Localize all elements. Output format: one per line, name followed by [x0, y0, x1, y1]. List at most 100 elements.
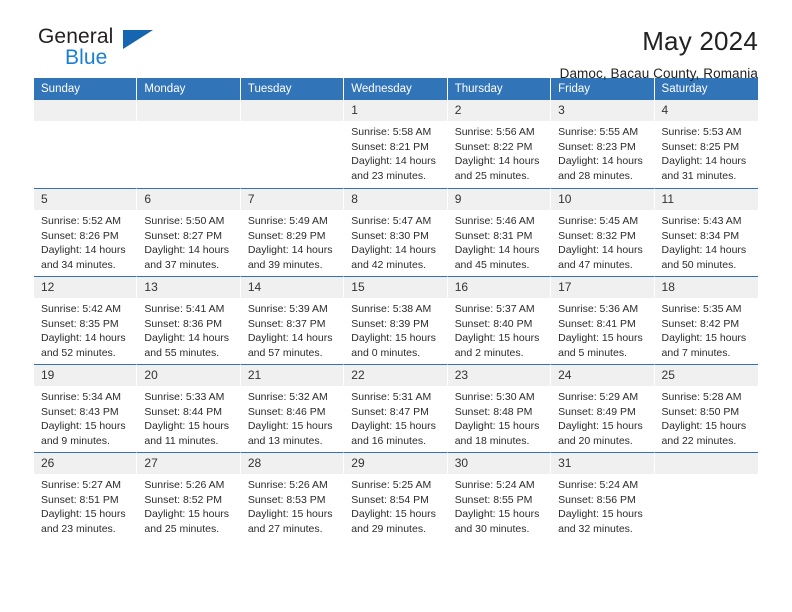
generalblue-logo[interactable]: General Blue: [34, 26, 218, 76]
daylight-text-line1: Daylight: 15 hours: [454, 420, 540, 432]
daylight-text-line1: Daylight: 14 hours: [351, 244, 436, 256]
sunrise-text: Sunrise: 5:52 AM: [41, 215, 121, 227]
sunset-text: Sunset: 8:29 PM: [247, 229, 326, 242]
day-cell[interactable]: 22 Sunrise: 5:31 AM Sunset: 8:47 PM Dayl…: [344, 364, 448, 452]
day-details: Sunrise: 5:50 AM Sunset: 8:27 PM Dayligh…: [137, 210, 239, 272]
logo-text-blue: Blue: [65, 46, 108, 69]
daylight-text-line1: Daylight: 15 hours: [558, 332, 643, 344]
daylight-text-line1: Daylight: 14 hours: [247, 332, 333, 344]
day-cell[interactable]: 2 Sunrise: 5:56 AM Sunset: 8:22 PM Dayli…: [447, 100, 552, 188]
daylight-text-line1: Daylight: 14 hours: [144, 244, 230, 256]
day-cell[interactable]: 14 Sunrise: 5:39 AM Sunset: 8:37 PM Dayl…: [240, 276, 345, 364]
day-number: 6: [137, 189, 240, 210]
sunrise-text: Sunrise: 5:29 AM: [558, 391, 639, 403]
day-number: 21: [240, 365, 344, 386]
sunrise-text: Sunrise: 5:24 AM: [454, 479, 535, 491]
sunset-text: Sunset: 8:35 PM: [41, 317, 119, 330]
day-cell[interactable]: 29 Sunrise: 5:25 AM Sunset: 8:54 PM Dayl…: [344, 452, 448, 540]
daylight-text-line1: Daylight: 14 hours: [661, 155, 747, 167]
day-cell[interactable]: 12 Sunrise: 5:42 AM Sunset: 8:35 PM Dayl…: [34, 276, 138, 364]
daylight-text-line2: and 37 minutes.: [144, 258, 220, 271]
day-number: 31: [551, 453, 654, 474]
day-number: 7: [240, 189, 344, 210]
daylight-text-line2: and 0 minutes.: [351, 346, 421, 359]
weekday-header-wednesday: Wednesday: [344, 78, 448, 100]
day-cell: [34, 100, 138, 188]
day-number: 11: [654, 189, 758, 210]
day-number: [137, 100, 240, 121]
day-cell[interactable]: 4 Sunrise: 5:53 AM Sunset: 8:25 PM Dayli…: [654, 100, 758, 188]
daylight-text-line1: Daylight: 15 hours: [351, 332, 436, 344]
day-cell[interactable]: 26 Sunrise: 5:27 AM Sunset: 8:51 PM Dayl…: [34, 452, 138, 540]
day-cell[interactable]: 30 Sunrise: 5:24 AM Sunset: 8:55 PM Dayl…: [447, 452, 552, 540]
day-cell[interactable]: 8 Sunrise: 5:47 AM Sunset: 8:30 PM Dayli…: [344, 188, 448, 276]
sunrise-text: Sunrise: 5:35 AM: [661, 303, 742, 315]
day-cell[interactable]: 24 Sunrise: 5:29 AM Sunset: 8:49 PM Dayl…: [551, 364, 655, 452]
day-details: Sunrise: 5:52 AM Sunset: 8:26 PM Dayligh…: [34, 210, 136, 272]
day-cell[interactable]: 5 Sunrise: 5:52 AM Sunset: 8:26 PM Dayli…: [34, 188, 138, 276]
sunset-text: Sunset: 8:36 PM: [144, 317, 223, 330]
day-cell[interactable]: 25 Sunrise: 5:28 AM Sunset: 8:50 PM Dayl…: [654, 364, 758, 452]
day-cell[interactable]: 13 Sunrise: 5:41 AM Sunset: 8:36 PM Dayl…: [137, 276, 241, 364]
day-number: 20: [137, 365, 240, 386]
day-cell[interactable]: 28 Sunrise: 5:26 AM Sunset: 8:53 PM Dayl…: [240, 452, 345, 540]
sunrise-text: Sunrise: 5:49 AM: [247, 215, 328, 227]
day-cell[interactable]: 15 Sunrise: 5:38 AM Sunset: 8:39 PM Dayl…: [344, 276, 448, 364]
calendar-body: 1 Sunrise: 5:58 AM Sunset: 8:21 PM Dayli…: [34, 100, 758, 540]
week-row: 5 Sunrise: 5:52 AM Sunset: 8:26 PM Dayli…: [34, 188, 758, 276]
day-cell[interactable]: 27 Sunrise: 5:26 AM Sunset: 8:52 PM Dayl…: [137, 452, 241, 540]
daylight-text-line1: Daylight: 14 hours: [351, 155, 436, 167]
daylight-text-line1: Daylight: 15 hours: [41, 420, 126, 432]
day-cell: [137, 100, 241, 188]
daylight-text-line1: Daylight: 14 hours: [247, 244, 333, 256]
day-cell[interactable]: 17 Sunrise: 5:36 AM Sunset: 8:41 PM Dayl…: [551, 276, 655, 364]
day-cell[interactable]: 31 Sunrise: 5:24 AM Sunset: 8:56 PM Dayl…: [551, 452, 655, 540]
sunset-text: Sunset: 8:21 PM: [351, 140, 429, 153]
day-cell[interactable]: 3 Sunrise: 5:55 AM Sunset: 8:23 PM Dayli…: [551, 100, 655, 188]
daylight-text-line1: Daylight: 15 hours: [144, 508, 230, 520]
day-cell[interactable]: 6 Sunrise: 5:50 AM Sunset: 8:27 PM Dayli…: [137, 188, 241, 276]
day-cell[interactable]: 21 Sunrise: 5:32 AM Sunset: 8:46 PM Dayl…: [240, 364, 345, 452]
sunrise-text: Sunrise: 5:50 AM: [144, 215, 225, 227]
weekday-header-sunday: Sunday: [34, 78, 138, 100]
day-cell[interactable]: 1 Sunrise: 5:58 AM Sunset: 8:21 PM Dayli…: [344, 100, 448, 188]
day-details: Sunrise: 5:24 AM Sunset: 8:56 PM Dayligh…: [551, 474, 653, 536]
day-number: 4: [654, 100, 758, 121]
day-number: 23: [447, 365, 551, 386]
day-cell[interactable]: 19 Sunrise: 5:34 AM Sunset: 8:43 PM Dayl…: [34, 364, 138, 452]
calendar-page: General Blue May 2024 Damoc, Bacau Count…: [0, 0, 792, 612]
day-details: Sunrise: 5:35 AM Sunset: 8:42 PM Dayligh…: [655, 298, 758, 360]
sunrise-text: Sunrise: 5:46 AM: [454, 215, 535, 227]
day-cell[interactable]: 18 Sunrise: 5:35 AM Sunset: 8:42 PM Dayl…: [654, 276, 758, 364]
daylight-text-line1: Daylight: 15 hours: [661, 420, 747, 432]
daylight-text-line2: and 11 minutes.: [144, 434, 219, 447]
sunrise-sunset-calendar: Sunday Monday Tuesday Wednesday Thursday…: [34, 78, 758, 540]
daylight-text-line1: Daylight: 15 hours: [558, 508, 643, 520]
daylight-text-line1: Daylight: 15 hours: [454, 332, 540, 344]
day-cell[interactable]: 16 Sunrise: 5:37 AM Sunset: 8:40 PM Dayl…: [447, 276, 552, 364]
daylight-text-line1: Daylight: 14 hours: [661, 244, 747, 256]
sunrise-text: Sunrise: 5:33 AM: [144, 391, 225, 403]
page-subtitle: Damoc, Bacau County, Romania: [559, 66, 758, 81]
day-number: 15: [344, 277, 447, 298]
sunrise-text: Sunrise: 5:30 AM: [454, 391, 535, 403]
day-number: 1: [344, 100, 447, 121]
day-details: Sunrise: 5:29 AM Sunset: 8:49 PM Dayligh…: [551, 386, 653, 448]
sunset-text: Sunset: 8:22 PM: [454, 140, 533, 153]
day-details: Sunrise: 5:31 AM Sunset: 8:47 PM Dayligh…: [344, 386, 446, 448]
day-cell[interactable]: 9 Sunrise: 5:46 AM Sunset: 8:31 PM Dayli…: [447, 188, 552, 276]
day-cell[interactable]: 10 Sunrise: 5:45 AM Sunset: 8:32 PM Dayl…: [551, 188, 655, 276]
daylight-text-line2: and 52 minutes.: [41, 346, 116, 359]
day-cell[interactable]: 11 Sunrise: 5:43 AM Sunset: 8:34 PM Dayl…: [654, 188, 758, 276]
day-number: 28: [240, 453, 344, 474]
day-details: Sunrise: 5:24 AM Sunset: 8:55 PM Dayligh…: [448, 474, 550, 536]
daylight-text-line2: and 42 minutes.: [351, 258, 426, 271]
day-cell[interactable]: 20 Sunrise: 5:33 AM Sunset: 8:44 PM Dayl…: [137, 364, 241, 452]
daylight-text-line2: and 2 minutes.: [454, 346, 524, 359]
day-cell[interactable]: 7 Sunrise: 5:49 AM Sunset: 8:29 PM Dayli…: [240, 188, 345, 276]
day-cell[interactable]: 23 Sunrise: 5:30 AM Sunset: 8:48 PM Dayl…: [447, 364, 552, 452]
day-details: Sunrise: 5:39 AM Sunset: 8:37 PM Dayligh…: [241, 298, 343, 360]
sunset-text: Sunset: 8:46 PM: [247, 405, 326, 418]
sunset-text: Sunset: 8:49 PM: [558, 405, 636, 418]
day-details: Sunrise: 5:30 AM Sunset: 8:48 PM Dayligh…: [448, 386, 550, 448]
